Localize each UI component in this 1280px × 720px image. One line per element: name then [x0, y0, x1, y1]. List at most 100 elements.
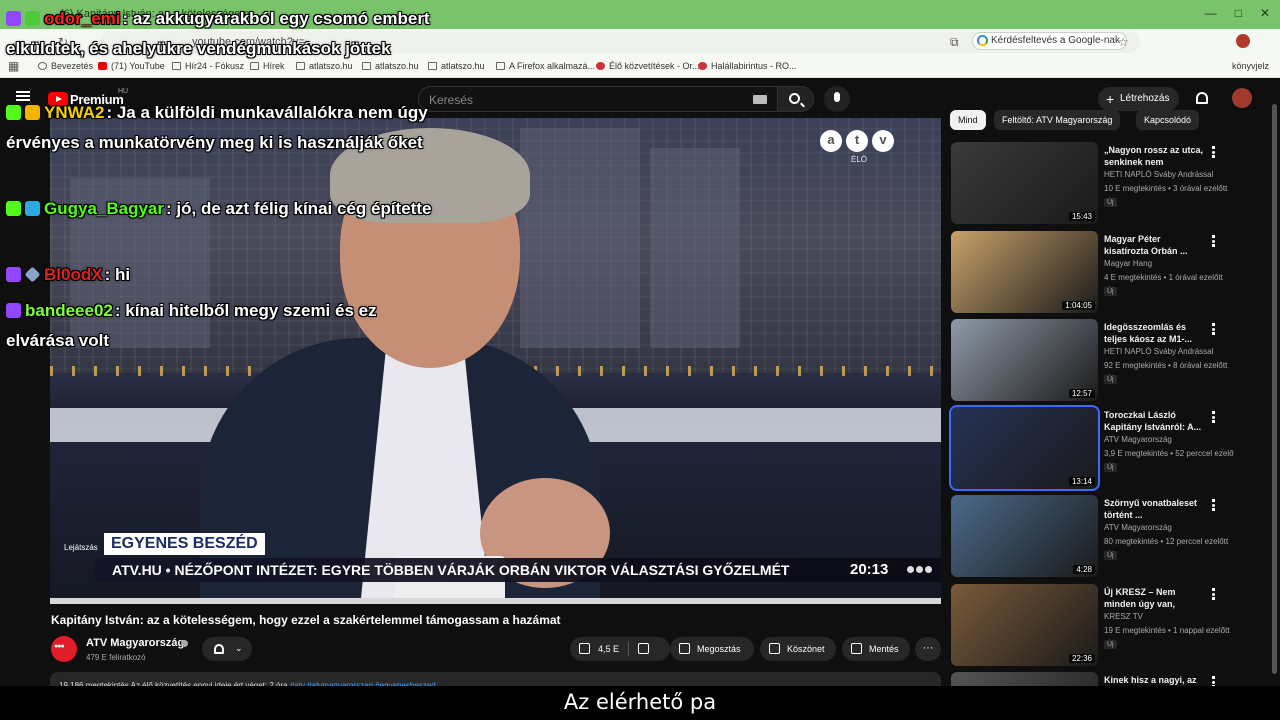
- duration-badge: 13:14: [1068, 477, 1095, 486]
- star-icon[interactable]: ☆: [1118, 35, 1129, 49]
- search-button[interactable]: [778, 86, 814, 112]
- bookmark-label: atlatszo.hu: [441, 61, 485, 71]
- video-thumbnail[interactable]: 22:36: [951, 584, 1098, 666]
- chat-username: Gugya_Bagyar: [44, 199, 164, 218]
- recommendation-title: „Nagyon rossz az utca, senkinek nem kívá…: [1104, 145, 1204, 167]
- bookmark-label: Élő közvetítések - Or...: [609, 61, 700, 71]
- chat-username: odor_emi: [44, 9, 121, 28]
- subscriber-count: 479 E feliratkozó: [86, 653, 146, 662]
- account-avatar[interactable]: [1232, 88, 1252, 108]
- ticker-time: 20:13: [850, 561, 889, 578]
- channel-avatar[interactable]: [51, 636, 77, 662]
- live-label: ÉLŐ: [851, 155, 868, 164]
- more-vert-icon[interactable]: [1212, 411, 1215, 423]
- chat-message: Gugya_Bagyar: jó, de azt félig kínai cég…: [6, 194, 446, 224]
- chevron-down-icon: ⌄: [235, 643, 243, 653]
- maximize-icon[interactable]: □: [1235, 6, 1242, 20]
- super-thanks-icon: [769, 643, 780, 654]
- more-vert-icon[interactable]: [1212, 588, 1215, 600]
- folder-icon: [496, 62, 505, 70]
- more-vert-icon[interactable]: [1212, 323, 1215, 335]
- video-thumbnail[interactable]: 15:43: [951, 142, 1098, 224]
- thumbs-down-icon[interactable]: [638, 643, 649, 654]
- pencil-badge-icon: [25, 11, 40, 26]
- more-actions-button[interactable]: ···: [915, 637, 941, 661]
- chat-username: bandeee02: [25, 301, 113, 320]
- recommendation-item[interactable]: 1:04:05 Magyar Péter kisatírozta Orbán ..…: [950, 231, 1270, 315]
- share-button[interactable]: Megosztás: [670, 637, 754, 661]
- chip-all[interactable]: Mind: [950, 110, 986, 130]
- minimize-icon[interactable]: —: [1205, 6, 1217, 20]
- new-badge: Új: [1104, 640, 1117, 649]
- video-thumbnail[interactable]: 1:04:05: [951, 231, 1098, 313]
- ask-google-button[interactable]: Kérdésfeltevés a Google-nak: [972, 32, 1127, 50]
- save-button[interactable]: Mentés: [842, 637, 910, 661]
- play-tooltip: Lejátszás: [64, 543, 98, 552]
- recommendation-meta: 19 E megtekintés • 1 nappal ezelőtt: [1104, 626, 1230, 635]
- duration-badge: 15:43: [1068, 212, 1095, 221]
- recommendation-item[interactable]: 13:14 Toroczkai László Kapitány Istvánról…: [949, 405, 1270, 491]
- recommendation-item[interactable]: 15:43 „Nagyon rossz az utca, senkinek nem…: [950, 142, 1270, 226]
- new-badge: Új: [1104, 287, 1117, 296]
- twitch-badge-icon: [6, 303, 21, 318]
- video-thumbnail[interactable]: 13:14: [949, 405, 1100, 491]
- keyboard-icon[interactable]: [753, 95, 767, 104]
- close-icon[interactable]: ✕: [1260, 6, 1270, 20]
- recommendation-item[interactable]: 22:36 Új KRESZ – Nem minden úgy van, ahog…: [950, 584, 1270, 668]
- twitch-badge-icon: [6, 267, 21, 282]
- thumbs-up-icon: [579, 643, 590, 654]
- recommendation-title: Toroczkai László Kapitány Istvánról: A..…: [1104, 410, 1202, 432]
- bookmark-icon: [851, 643, 862, 654]
- recommendation-channel: HETI NAPLÓ Sváby Andrással: [1104, 170, 1214, 179]
- bookmark-item[interactable]: Élő közvetítések - Or...: [596, 61, 700, 71]
- channel-name[interactable]: ATV Magyarország: [86, 637, 184, 649]
- recommendation-channel: ATV Magyarország: [1104, 435, 1172, 444]
- recommendation-channel: Magyar Hang: [1104, 259, 1153, 268]
- profile-avatar[interactable]: [1236, 34, 1250, 48]
- recommendation-title: Idegösszeomlás és teljes káosz az M1-...: [1104, 322, 1193, 344]
- progress-bar[interactable]: [50, 598, 941, 604]
- like-button[interactable]: 4,5 E: [570, 637, 670, 661]
- recommendation-title: Magyar Péter kisatírozta Orbán ...: [1104, 234, 1188, 256]
- google-icon: [977, 35, 988, 46]
- duration-badge: 12:57: [1068, 389, 1095, 398]
- gem-badge-icon: [24, 266, 41, 283]
- recommendation-meta: 3,9 E megtekintés • 52 perccel ezelőtt: [1104, 449, 1234, 458]
- new-badge: Új: [1104, 375, 1117, 384]
- recommendation-item[interactable]: 4:28 Szörnyű vonatbaleset történt ... ATV …: [950, 495, 1270, 579]
- video-player[interactable]: atv ÉLŐ Lejátszás EGYENES BESZÉD ATV.HU …: [50, 118, 941, 604]
- chip-uploader[interactable]: Feltöltő: ATV Magyarország: [994, 110, 1121, 130]
- scroll-thumb[interactable]: [1272, 104, 1277, 674]
- recommendation-meta: 4 E megtekintés • 1 órával ezelőtt: [1104, 273, 1223, 282]
- bookmark-item[interactable]: A Firefox alkalmazá...: [496, 61, 595, 71]
- recommendation-item[interactable]: 12:57 Idegösszeomlás és teljes káosz az M…: [950, 319, 1270, 403]
- more-vert-icon[interactable]: [1212, 146, 1215, 158]
- chat-text: : hi: [104, 265, 131, 284]
- chat-username: Bl0odX: [44, 265, 103, 284]
- kick-badge-icon: [6, 105, 21, 120]
- search-input[interactable]: Keresés: [418, 86, 778, 112]
- notification-bell-button[interactable]: ⌄: [202, 637, 252, 661]
- region-code: HU: [118, 88, 129, 95]
- new-badge: Új: [1104, 198, 1117, 207]
- kick-badge-icon: [6, 201, 21, 216]
- recommendation-channel: ATV Magyarország: [1104, 523, 1172, 532]
- chip-related[interactable]: Kapcsolódó: [1136, 110, 1200, 130]
- video-thumbnail[interactable]: 12:57: [951, 319, 1098, 401]
- voice-search-icon[interactable]: [824, 86, 850, 112]
- recommendation-title: Új KRESZ – Nem minden úgy van, ahog...: [1104, 587, 1176, 609]
- more-vert-icon[interactable]: [1212, 499, 1215, 511]
- notifications-icon[interactable]: [1196, 92, 1208, 104]
- more-vert-icon[interactable]: [1212, 235, 1215, 247]
- blue-badge-icon: [25, 201, 40, 216]
- video-thumbnail[interactable]: 4:28: [951, 495, 1098, 577]
- atv-logo: atv: [820, 130, 894, 152]
- recommendation-channel: HETI NAPLÓ Sváby Andrással: [1104, 347, 1214, 356]
- thanks-button[interactable]: Köszönet: [760, 637, 836, 661]
- install-icon[interactable]: ⧉: [950, 35, 959, 50]
- scrollbar[interactable]: [1271, 100, 1278, 690]
- duration-badge: 1:04:05: [1062, 301, 1095, 310]
- all-bookmarks[interactable]: könyvjelz: [1232, 61, 1269, 71]
- recommendation-meta: 10 E megtekintés • 3 órával ezelőtt: [1104, 184, 1228, 193]
- bookmark-item[interactable]: Halállabirintus - RO...: [698, 61, 797, 71]
